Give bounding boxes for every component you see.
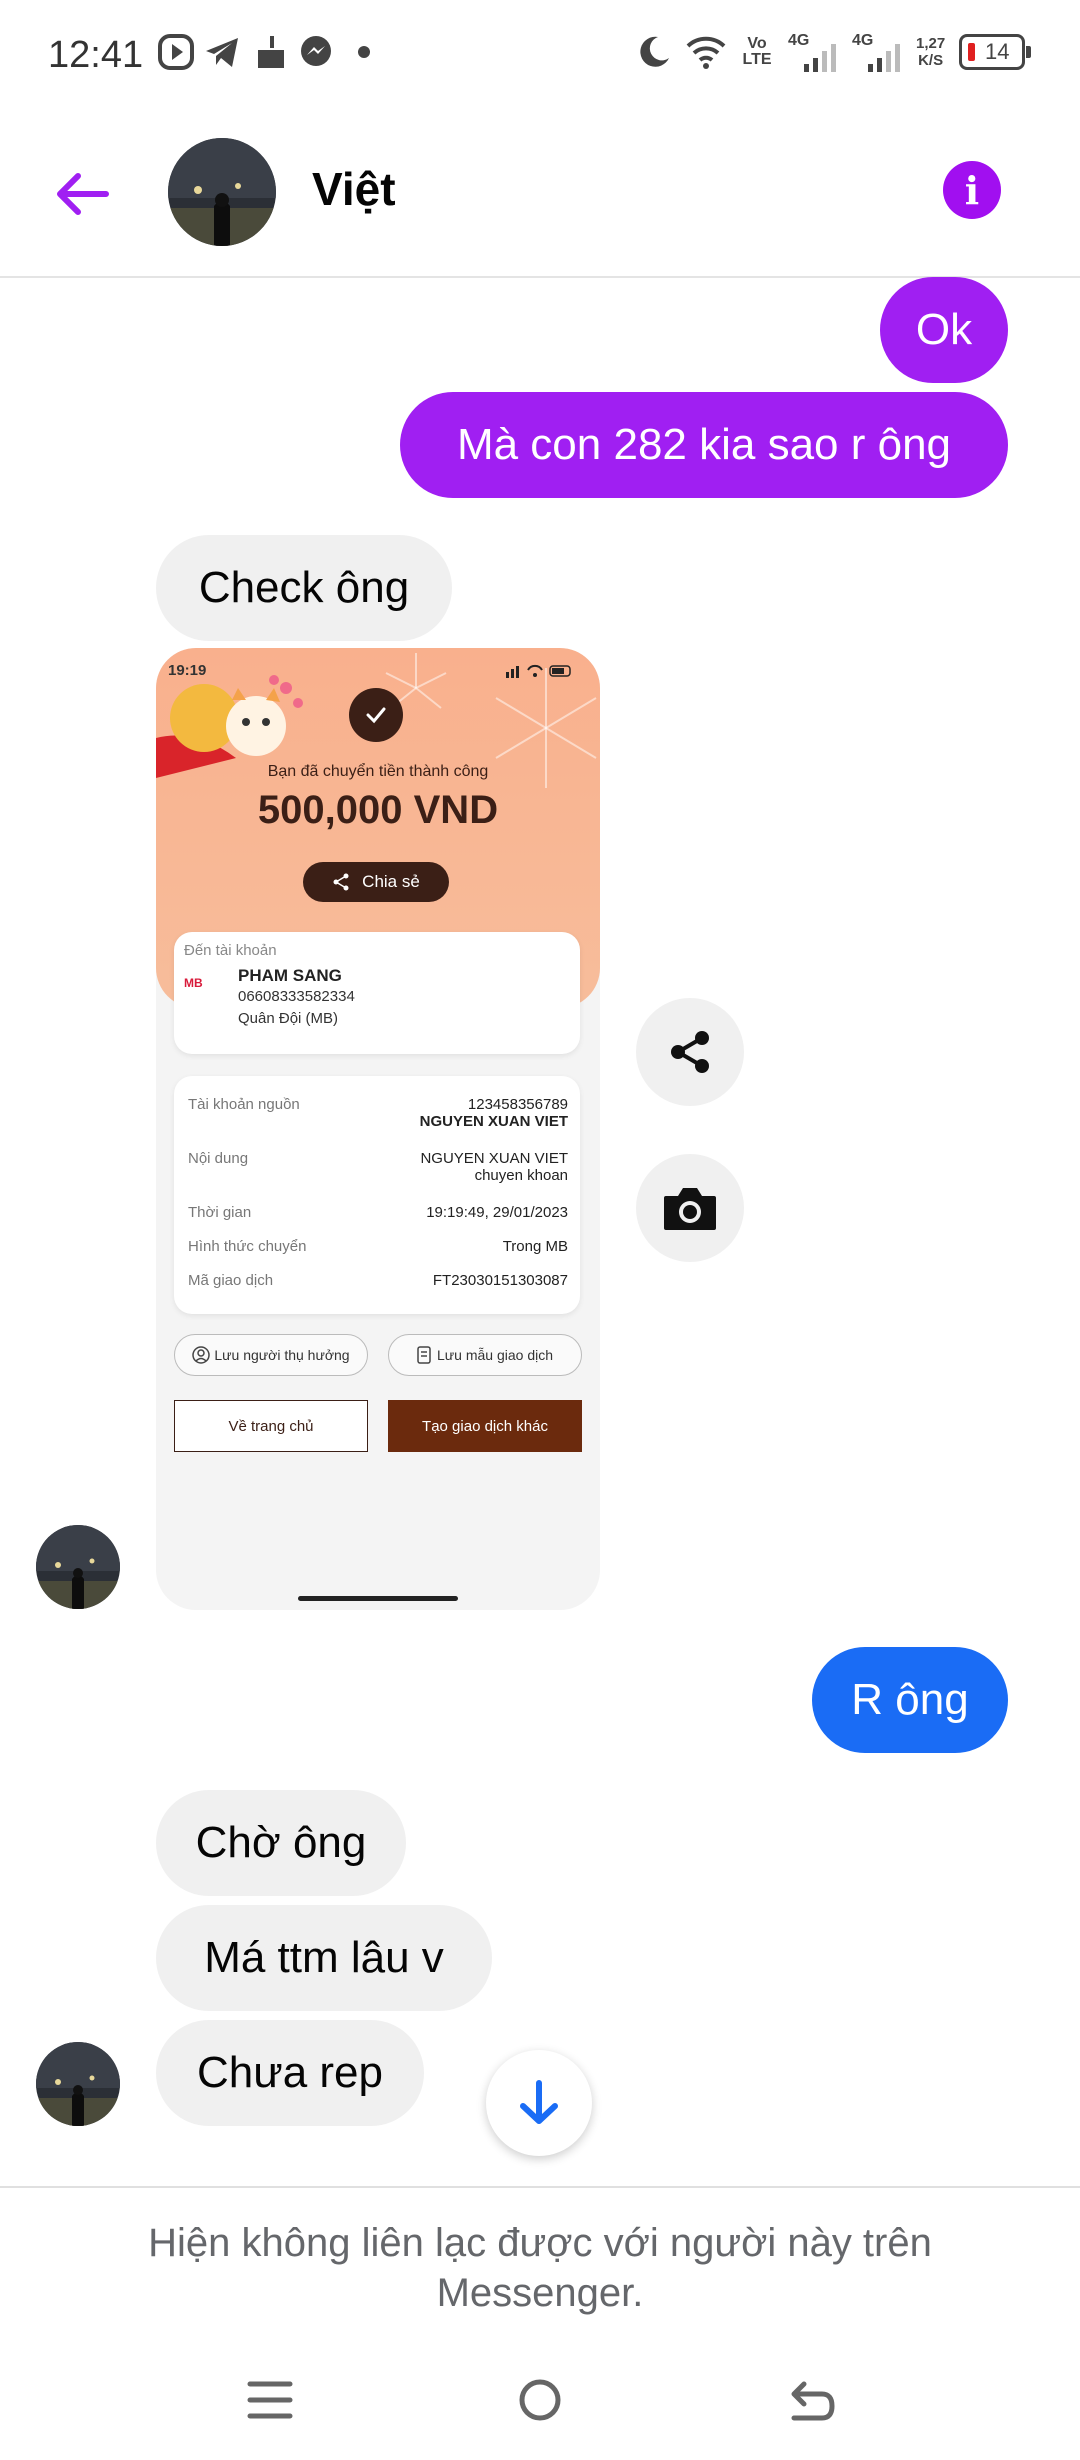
home-indicator xyxy=(298,1596,458,1601)
success-check-icon xyxy=(349,688,403,742)
wifi-icon xyxy=(686,36,726,69)
message-incoming[interactable]: Chờ ông xyxy=(156,1790,406,1896)
unavailable-notice: Hiện không liên lạc được với người này t… xyxy=(148,2221,932,2315)
success-text: Bạn đã chuyển tiền thành công xyxy=(267,763,489,780)
camera-icon xyxy=(664,1188,716,1230)
detail-row: Hình thức chuyển Trong MB xyxy=(188,1238,568,1255)
share-button[interactable] xyxy=(636,998,744,1106)
share-icon xyxy=(671,1031,709,1073)
volte-label: Vo LTE xyxy=(742,35,772,68)
broom-icon xyxy=(258,36,284,68)
transfer-receipt-image[interactable]: 19:19 Bạn đã chuyển tiền thành công 500,… xyxy=(156,648,600,1610)
message-outgoing[interactable]: Ok xyxy=(880,277,1008,383)
messenger-icon xyxy=(301,36,331,66)
transaction-details-card: Tài khoản nguồn 123458356789 NGUYEN XUAN … xyxy=(174,1076,580,1314)
sender-avatar[interactable] xyxy=(36,2042,120,2126)
receipt-status-icons xyxy=(506,664,571,678)
back-arrow-icon[interactable] xyxy=(50,162,114,226)
document-icon xyxy=(417,1346,431,1364)
message-incoming[interactable]: Má ttm lâu v xyxy=(156,1905,492,2011)
telegram-icon xyxy=(206,38,238,67)
home-circle-icon[interactable] xyxy=(510,2370,570,2430)
detail-row: Tài khoản nguồn 123458356789 NGUYEN XUAN … xyxy=(188,1096,568,1130)
signal-2: 4G xyxy=(852,32,902,72)
mb-bank-logo: MB xyxy=(184,976,203,990)
message-incoming[interactable]: Check ông xyxy=(156,535,452,641)
contact-name[interactable]: Việt xyxy=(312,162,396,216)
chat-header: Việt i xyxy=(0,110,1080,278)
arrow-down-icon xyxy=(520,2080,558,2124)
person-icon xyxy=(192,1346,211,1364)
signal-1: 4G xyxy=(788,32,838,72)
message-incoming[interactable]: Chưa rep xyxy=(156,2020,424,2126)
message-outgoing[interactable]: R ông xyxy=(812,1647,1008,1753)
play-icon xyxy=(158,34,194,70)
moon-icon xyxy=(640,36,669,67)
detail-row: Nội dung NGUYEN XUAN VIET chuyen khoan xyxy=(188,1150,568,1184)
camera-button[interactable] xyxy=(636,1154,744,1262)
info-icon[interactable]: i xyxy=(943,161,1001,219)
amount: 500,000 VND xyxy=(257,788,499,832)
net-speed: 1,27 K/S xyxy=(916,35,946,69)
status-time: 12:41 xyxy=(48,34,144,76)
share-small-icon xyxy=(333,873,349,891)
battery-indicator: 14 xyxy=(959,34,1032,70)
save-beneficiary-pill: Lưu người thụ hưởng xyxy=(174,1334,368,1376)
status-bar: 12:41 Vo LTE 4G 4G 1,27 K/S 14 xyxy=(0,0,1080,110)
home-button: Về trang chủ xyxy=(174,1400,368,1452)
detail-row: Mã giao dịch FT23030151303087 xyxy=(188,1272,568,1289)
scroll-down-button[interactable] xyxy=(486,2050,592,2156)
receipt-share-button: Chia sẻ xyxy=(303,862,449,902)
new-transaction-button: Tạo giao dịch khác xyxy=(388,1400,582,1452)
sender-avatar[interactable] xyxy=(36,1525,120,1609)
detail-row: Thời gian 19:19:49, 29/01/2023 xyxy=(188,1204,568,1221)
menu-icon[interactable] xyxy=(240,2370,300,2430)
status-indicators: Vo LTE 4G 4G 1,27 K/S 14 xyxy=(636,30,1032,74)
notification-dot xyxy=(358,46,370,58)
save-template-pill: Lưu mẫu giao dịch xyxy=(388,1334,582,1376)
recipient-card: Đến tài khoản MB PHAM SANG 0660833358233… xyxy=(174,932,580,1054)
message-outgoing[interactable]: Mà con 282 kia sao r ông xyxy=(400,392,1008,498)
receipt-time: 19:19 xyxy=(168,662,207,679)
contact-avatar[interactable] xyxy=(168,138,276,246)
back-nav-icon[interactable] xyxy=(780,2370,840,2430)
